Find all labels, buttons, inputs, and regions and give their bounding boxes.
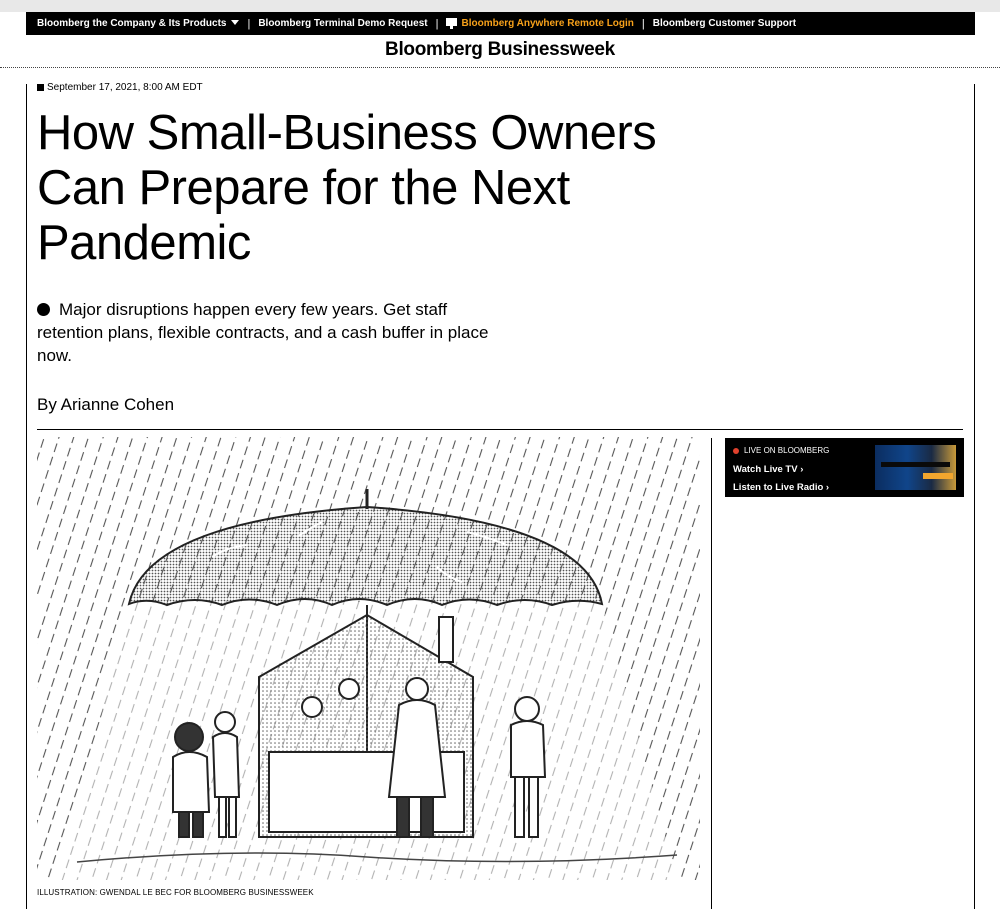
nav-anywhere-login[interactable]: Bloomberg Anywhere Remote Login: [446, 18, 634, 29]
article-abstract-text: Major disruptions happen every few years…: [37, 300, 489, 365]
header-divider: [0, 67, 1000, 68]
article-headline: How Small-Business Owners Can Prepare fo…: [37, 106, 657, 270]
live-dot-icon: [733, 447, 739, 454]
live-label-text: LIVE ON BLOOMBERG: [744, 446, 830, 455]
frame-border-right: [974, 84, 975, 909]
nav-terminal-demo[interactable]: Bloomberg Terminal Demo Request: [258, 18, 427, 29]
browser-chrome-strip: [0, 0, 1000, 12]
square-bullet-icon: [37, 84, 44, 91]
listen-live-radio-link[interactable]: Listen to Live Radio ›: [733, 482, 829, 493]
column-divider: [711, 438, 712, 909]
live-label: LIVE ON BLOOMBERG: [733, 446, 829, 455]
live-on-bloomberg-widget: LIVE ON BLOOMBERG Watch Live TV › Listen…: [725, 438, 964, 497]
watch-live-tv-link[interactable]: Watch Live TV ›: [733, 464, 803, 475]
article-byline[interactable]: By Arianne Cohen: [37, 395, 174, 415]
chevron-right-icon: ›: [800, 464, 804, 475]
top-navigation-bar: Bloomberg the Company & Its Products | B…: [26, 12, 975, 35]
nav-company-products[interactable]: Bloomberg the Company & Its Products: [37, 18, 240, 29]
live-tv-thumbnail[interactable]: [875, 445, 956, 490]
nav-customer-support[interactable]: Bloomberg Customer Support: [653, 18, 796, 29]
lead-illustration: [37, 437, 700, 880]
monitor-icon: [446, 18, 458, 29]
nav-separator: |: [247, 17, 251, 30]
bullet-dot-icon: [37, 303, 50, 316]
byline-divider: [37, 429, 963, 430]
nav-company-products-label: Bloomberg the Company & Its Products: [37, 18, 227, 29]
chevron-right-icon: ›: [825, 482, 830, 493]
nav-separator: |: [641, 17, 645, 30]
listen-live-radio-label: Listen to Live Radio: [733, 482, 824, 493]
article-date: September 17, 2021, 8:00 AM EDT: [47, 82, 203, 93]
frame-border-left: [26, 84, 27, 909]
image-credit: ILLUSTRATION: GWENDAL LE BEC FOR BLOOMBE…: [37, 888, 314, 897]
nav-anywhere-login-label: Bloomberg Anywhere Remote Login: [461, 18, 634, 29]
article-abstract: Major disruptions happen every few years…: [37, 298, 507, 367]
watch-live-tv-label: Watch Live TV: [733, 464, 798, 475]
chevron-down-icon: [231, 20, 240, 25]
brand-logo[interactable]: Bloomberg Businessweek: [0, 39, 1000, 61]
article-dateline: September 17, 2021, 8:00 AM EDT: [37, 82, 203, 93]
nav-separator: |: [435, 17, 439, 30]
